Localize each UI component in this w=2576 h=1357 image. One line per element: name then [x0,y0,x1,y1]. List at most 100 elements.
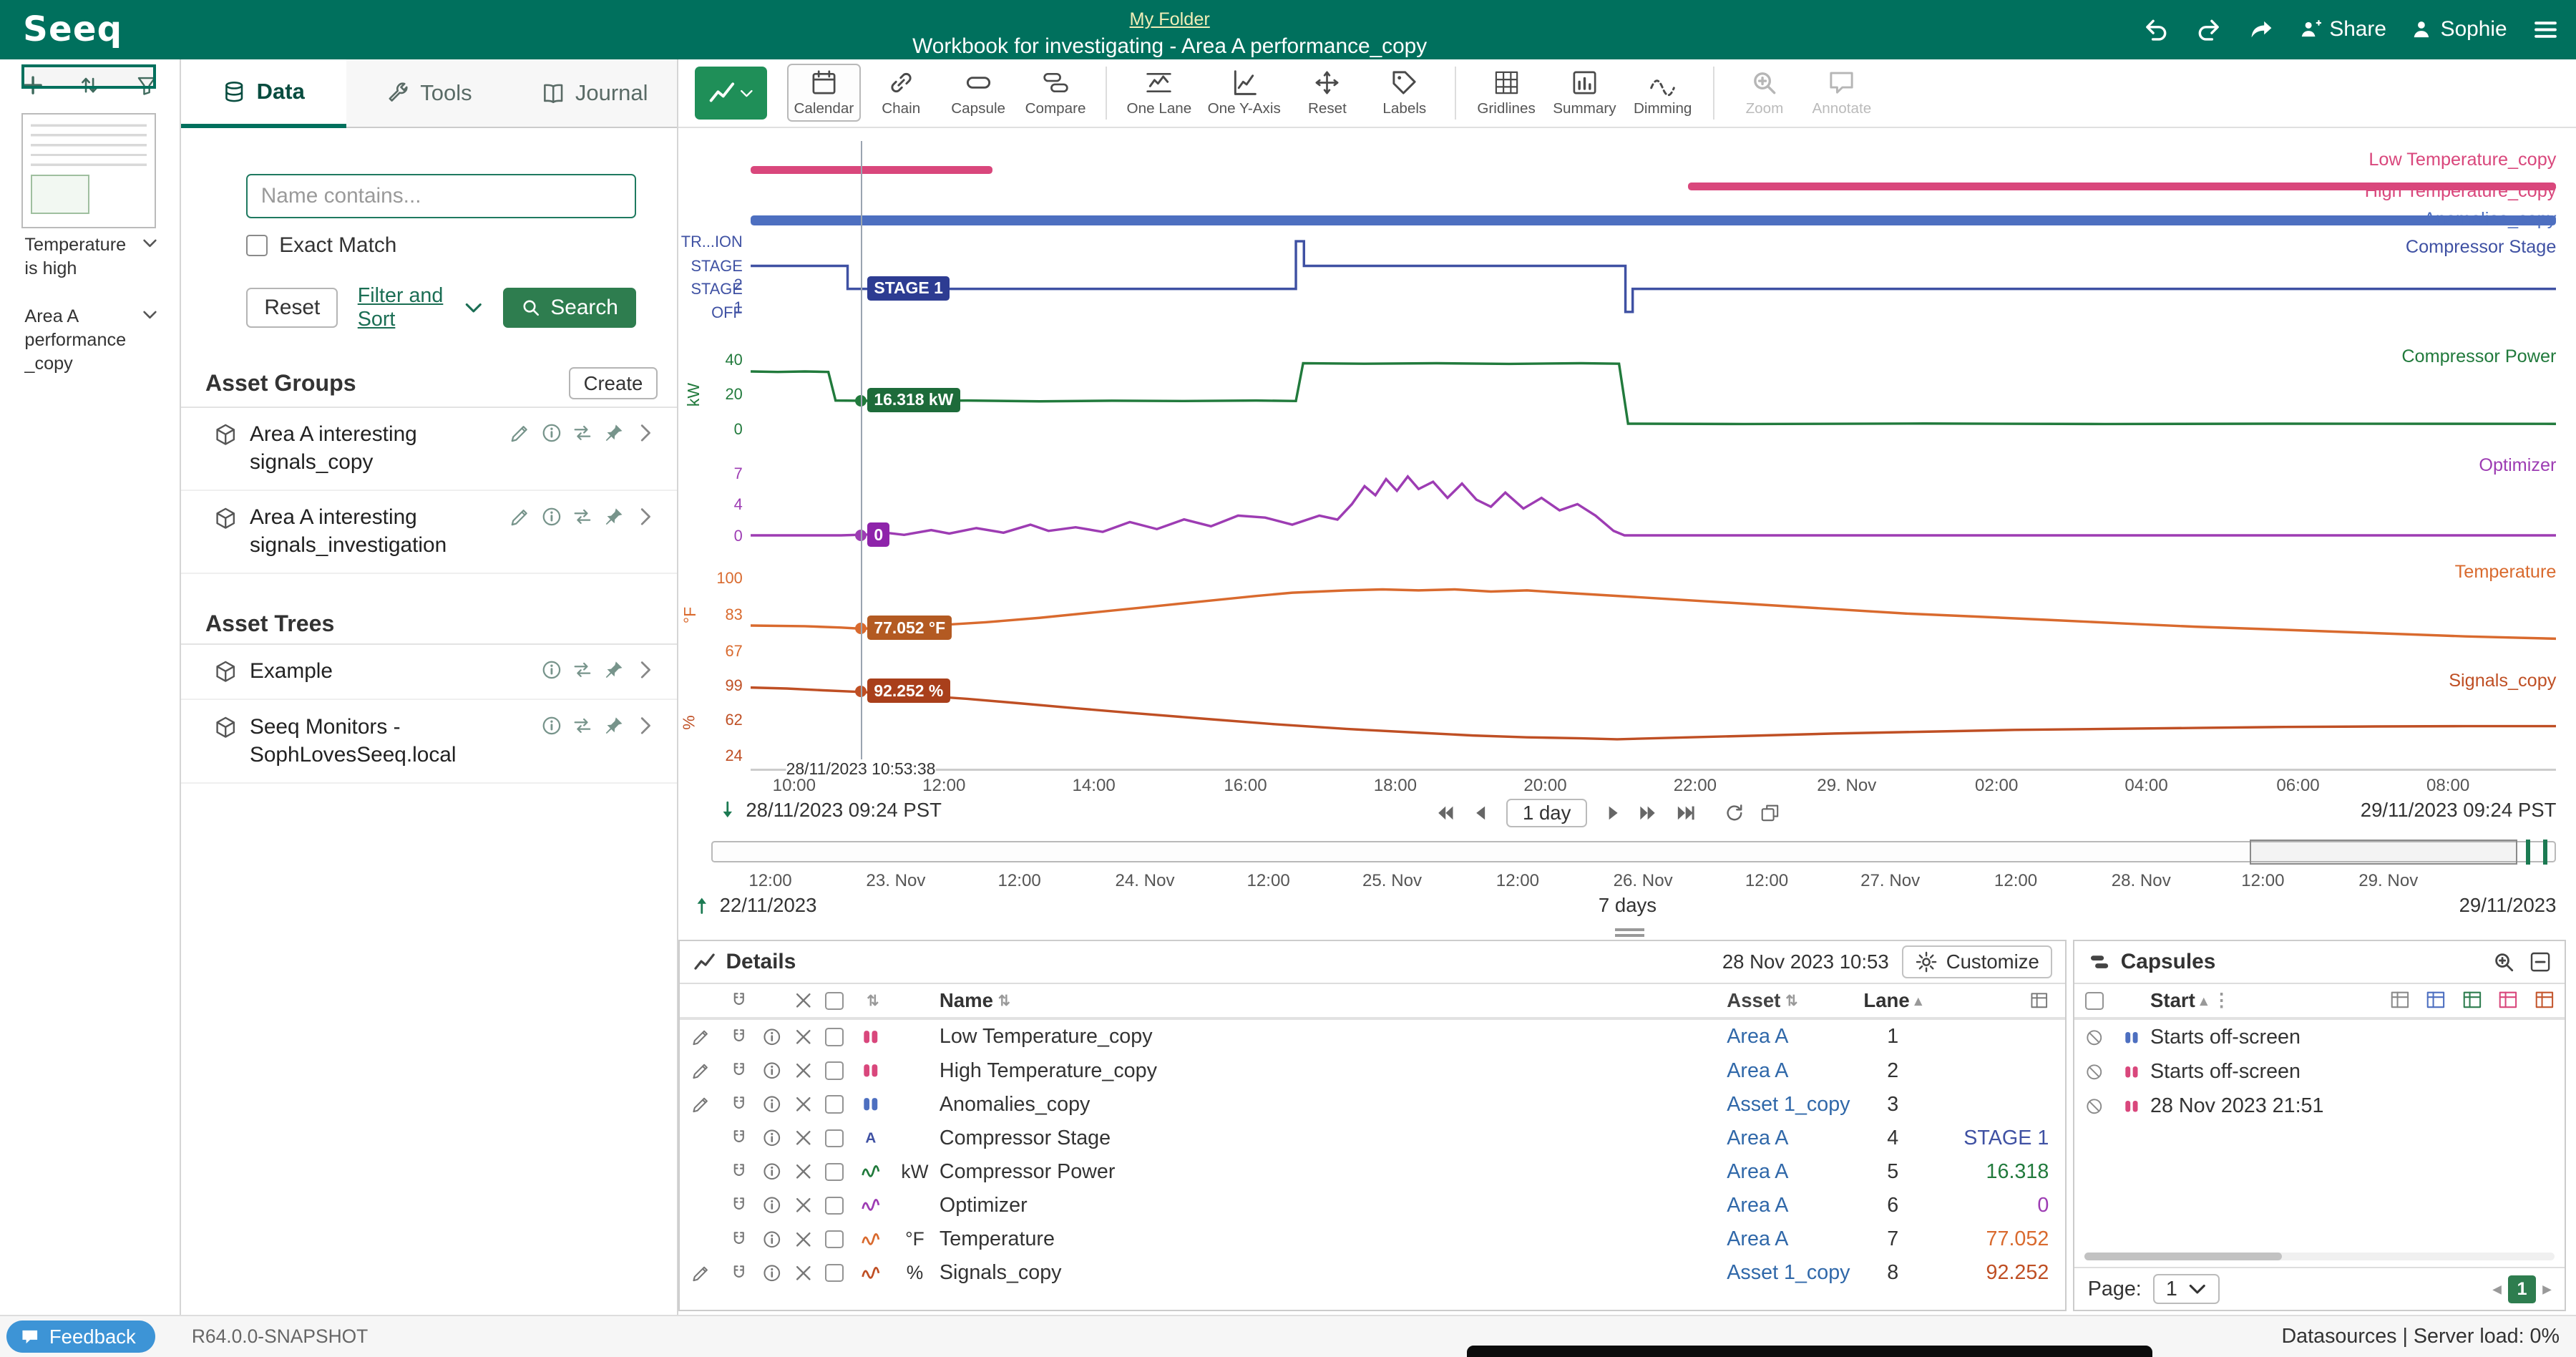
remove-column-header[interactable] [789,991,818,1011]
search-button[interactable]: Search [503,288,636,328]
capsule-row[interactable]: 28 Nov 2023 21:51 [2074,1089,2565,1124]
toolbar-button-dimming[interactable]: Dimming [1626,64,1699,122]
select-cell[interactable] [818,1163,851,1181]
tab-tools[interactable]: Tools [346,59,512,129]
chart-cursor[interactable] [861,141,862,762]
pencil-icon[interactable] [691,1094,711,1114]
magnet-column-header[interactable] [723,991,756,1011]
swap-asset-icon[interactable] [572,506,593,527]
asset-link[interactable]: Area A [1727,1127,1788,1150]
capsules-select-all[interactable] [2074,992,2114,1010]
toolbar-button-calendar[interactable]: Calendar [787,64,861,122]
info-icon[interactable] [762,1195,782,1215]
magnet-icon[interactable] [729,1195,749,1215]
pin-icon[interactable] [603,422,625,444]
info-cell[interactable] [756,1128,789,1148]
magnet-icon[interactable] [729,1162,749,1182]
step-back-fast-icon[interactable] [1434,802,1455,824]
close-icon[interactable] [794,1230,814,1250]
magnet-cell[interactable] [723,1230,756,1250]
value-column-header[interactable] [1934,991,2049,1011]
pin-icon[interactable] [603,715,625,736]
remove-cell[interactable] [789,1061,818,1081]
low-temperature-copy-condition-bar[interactable] [751,166,992,174]
row-checkbox[interactable] [825,1028,843,1046]
info-icon[interactable] [762,1128,782,1148]
step-forward-icon[interactable] [1602,802,1624,824]
customize-button[interactable]: Customize [1902,945,2052,978]
toolbar-button-compare[interactable]: Compare [1018,64,1092,122]
magnet-icon[interactable] [729,991,749,1011]
info-cell[interactable] [756,1263,789,1283]
info-icon[interactable] [541,659,562,681]
chevron-right-icon[interactable] [635,506,656,527]
info-cell[interactable] [756,1027,789,1047]
magnet-cell[interactable] [723,1128,756,1148]
name-contains-input[interactable] [246,174,635,218]
pin-icon[interactable] [603,659,625,681]
edit-cell[interactable] [680,1027,723,1047]
swatch-sort-header[interactable]: ⇅ [851,992,890,1010]
forward-icon[interactable] [2248,16,2275,44]
info-icon[interactable] [762,1263,782,1283]
swap-asset-icon[interactable] [572,715,593,736]
select-cell[interactable] [818,1095,851,1113]
close-icon[interactable] [794,1128,814,1148]
add-column-icon[interactable] [2425,989,2446,1011]
info-icon[interactable] [762,1162,782,1182]
toolbar-button-chain[interactable]: Chain [864,64,938,122]
select-cell[interactable] [818,1264,851,1282]
series-label-anomalies-copy[interactable]: Anomalies_copy [2424,209,2556,230]
select-all-checkbox[interactable] [825,992,843,1010]
chevron-down-icon[interactable] [142,306,158,323]
series-label-high-temperature-copy[interactable]: High Temperature_copy [2365,181,2557,202]
chevron-right-icon[interactable] [635,659,656,681]
close-icon[interactable] [794,1094,814,1114]
current-page-button[interactable]: 1 [2508,1275,2536,1303]
toolbar-button-labels[interactable]: Labels [1367,64,1441,122]
hamburger-menu-icon[interactable] [2532,16,2560,44]
name-column-header[interactable]: Name⇅ [940,989,1720,1012]
asset-item-seeq-monitors-sophlovesseeq-local[interactable]: Seeq Monitors - SophLovesSeeq.local [181,700,678,783]
magnet-cell[interactable] [723,1195,756,1215]
arrow-down-icon[interactable] [718,800,738,820]
magnet-cell[interactable] [723,1162,756,1182]
asset-item-example[interactable]: Example [181,645,678,701]
reset-button[interactable]: Reset [246,288,338,328]
remove-cell[interactable] [789,1230,818,1250]
select-cell[interactable] [818,1197,851,1215]
row-checkbox[interactable] [825,1230,843,1248]
close-icon[interactable] [794,1162,814,1182]
anomalies-copy-condition-bar[interactable] [751,215,2556,225]
capsules-hscrollbar[interactable] [2084,1253,2555,1260]
asset-link[interactable]: Area A [1727,1025,1788,1049]
toolbar-button-one-y-axis[interactable]: One Y-Axis [1201,64,1287,122]
user-menu[interactable]: Sophie [2411,17,2507,42]
close-icon[interactable] [794,1263,814,1283]
scrollbar-thumb[interactable] [2084,1253,2282,1260]
asset-item-area-a-interesting-signals-investigation[interactable]: Area A interesting signals_investigation [181,491,678,574]
remove-cell[interactable] [789,1162,818,1182]
breadcrumb-my-folder[interactable]: My Folder [1130,9,1210,29]
info-icon[interactable] [541,422,562,444]
add-column-icon[interactable] [2462,989,2483,1011]
pin-icon[interactable] [603,506,625,527]
swap-asset-icon[interactable] [572,422,593,444]
arrow-up-icon[interactable] [692,895,712,915]
toolbar-button-gridlines[interactable]: Gridlines [1469,64,1543,122]
asset-link[interactable]: Asset 1_copy [1727,1261,1850,1285]
magnet-icon[interactable] [729,1094,749,1114]
create-asset-group-button[interactable]: Create [569,367,657,399]
pencil-icon[interactable] [691,1061,711,1081]
select-all-header[interactable] [818,992,851,1010]
toolbar-button-one-lane[interactable]: One Lane [1121,64,1198,122]
worksheet-thumbnail[interactable] [21,64,156,89]
worksheet-label[interactable]: Area A performance_copy [21,300,158,385]
row-checkbox[interactable] [825,1095,843,1113]
pencil-icon[interactable] [509,506,531,527]
select-cell[interactable] [818,1230,851,1248]
info-cell[interactable] [756,1094,789,1114]
add-column-icon[interactable] [2497,989,2519,1011]
row-checkbox[interactable] [825,1061,843,1079]
trend-chart[interactable]: Low Temperature_copyHigh Temperature_cop… [678,132,2576,799]
